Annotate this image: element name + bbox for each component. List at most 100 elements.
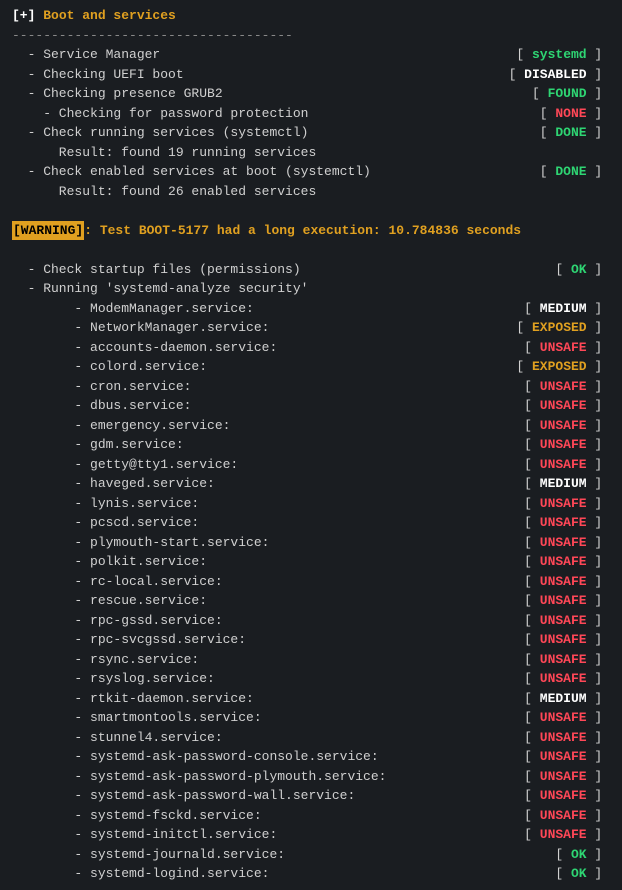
service-name: - systemd-journald.service: [12,845,285,865]
status-badge: MEDIUM [540,301,587,316]
service-status: [ MEDIUM ] [254,299,610,319]
service-name: - accounts-daemon.service: [12,338,277,358]
service-row: - rescue.service:[ UNSAFE ] [12,591,610,611]
service-name: - rtkit-daemon.service: [12,689,254,709]
service-row: - accounts-daemon.service:[ UNSAFE ] [12,338,610,358]
separator-line: ------------------------------------ [12,26,610,46]
service-row: - cron.service:[ UNSAFE ] [12,377,610,397]
status-badge: UNSAFE [540,671,587,686]
status-badge: MEDIUM [540,476,587,491]
service-name: - emergency.service: [12,416,230,436]
service-row: - haveged.service:[ MEDIUM ] [12,474,610,494]
service-status: [ UNSAFE ] [238,455,610,475]
status-badge: UNSAFE [540,457,587,472]
status-badge: EXPOSED [532,320,587,335]
status-badge: UNSAFE [540,710,587,725]
item-label: - Checking presence GRUB2 [12,84,223,104]
service-row: - dbus.service:[ UNSAFE ] [12,396,610,416]
service-row: - systemd-logind.service:[ OK ] [12,864,610,884]
service-name: - rpc-gssd.service: [12,611,223,631]
services-list: - ModemManager.service:[ MEDIUM ] - Netw… [12,299,610,884]
service-status: [ MEDIUM ] [215,474,610,494]
service-name: - systemd-ask-password-console.service: [12,747,379,767]
list-item: Result: found 19 running services [12,143,610,163]
service-row: - rpc-gssd.service:[ UNSAFE ] [12,611,610,631]
section-header: [+] Boot and services [12,6,610,26]
service-status: [ UNSAFE ] [191,396,610,416]
service-name: - rsyslog.service: [12,669,215,689]
status-badge: UNSAFE [540,515,587,530]
service-name: - systemd-initctl.service: [12,825,277,845]
status-badge: UNSAFE [540,379,587,394]
service-status: [ UNSAFE ] [207,591,610,611]
list-item: - Check enabled services at boot (system… [12,162,610,182]
service-status: [ UNSAFE ] [262,708,610,728]
warning-line: [WARNING]: Test BOOT-5177 had a long exe… [12,221,610,241]
service-status: [ UNSAFE ] [277,338,610,358]
service-row: - rc-local.service:[ UNSAFE ] [12,572,610,592]
service-status: [ UNSAFE ] [277,825,610,845]
service-name: - rescue.service: [12,591,207,611]
service-row: - rsync.service:[ UNSAFE ] [12,650,610,670]
item-label: - Check enabled services at boot (system… [12,162,371,182]
service-row: - NetworkManager.service:[ EXPOSED ] [12,318,610,338]
service-status: [ UNSAFE ] [246,630,610,650]
item-status: [ DISABLED ] [184,65,610,85]
item-status: [ DONE ] [371,162,610,182]
service-row: - systemd-fsckd.service:[ UNSAFE ] [12,806,610,826]
service-name: - gdm.service: [12,435,184,455]
list-item: - Service Manager[ systemd ] [12,45,610,65]
status-badge: EXPOSED [532,359,587,374]
service-row: - stunnel4.service:[ UNSAFE ] [12,728,610,748]
service-status: [ UNSAFE ] [215,669,610,689]
service-row: - emergency.service:[ UNSAFE ] [12,416,610,436]
service-row: - plymouth-start.service:[ UNSAFE ] [12,533,610,553]
service-status: [ UNSAFE ] [191,377,610,397]
status-badge: UNSAFE [540,652,587,667]
status-badge: OK [571,866,587,881]
service-name: - rc-local.service: [12,572,223,592]
list-item: - Check running services (systemctl)[ DO… [12,123,610,143]
service-name: - pcscd.service: [12,513,199,533]
header-title: Boot and services [43,6,176,26]
status-badge: UNSAFE [540,788,587,803]
service-row: - systemd-ask-password-wall.service:[ UN… [12,786,610,806]
item-label: - Check running services (systemctl) [12,123,308,143]
service-row: - ModemManager.service:[ MEDIUM ] [12,299,610,319]
service-name: - dbus.service: [12,396,191,416]
service-name: - colord.service: [12,357,207,377]
list-item: Result: found 26 enabled services [12,182,610,202]
status-badge: UNSAFE [540,808,587,823]
service-status: [ UNSAFE ] [269,533,610,553]
service-name: - rpc-svcgssd.service: [12,630,246,650]
service-row: - systemd-journald.service:[ OK ] [12,845,610,865]
item-label: - Service Manager [12,45,160,65]
status-badge: UNSAFE [540,632,587,647]
item-label: - Checking UEFI boot [12,65,184,85]
item-status: [ OK ] [301,260,610,280]
service-row: - lynis.service:[ UNSAFE ] [12,494,610,514]
status-badge: UNSAFE [540,593,587,608]
service-row: - gdm.service:[ UNSAFE ] [12,435,610,455]
service-name: - haveged.service: [12,474,215,494]
status-badge: UNSAFE [540,554,587,569]
service-name: - rsync.service: [12,650,199,670]
service-status: [ UNSAFE ] [262,806,610,826]
list-item: - Checking for password protection[ NONE… [12,104,610,124]
status-badge: UNSAFE [540,340,587,355]
status-badge: UNSAFE [540,749,587,764]
item-status: [ FOUND ] [223,84,610,104]
service-status: [ EXPOSED ] [207,357,610,377]
list-item: - Checking UEFI boot[ DISABLED ] [12,65,610,85]
warning-text: : Test BOOT-5177 had a long execution: 1… [84,221,521,241]
item-label: - Check startup files (permissions) [12,260,301,280]
blank-line [12,201,610,221]
service-name: - plymouth-start.service: [12,533,269,553]
status-badge: UNSAFE [540,398,587,413]
item-status: [ DONE ] [308,123,610,143]
service-name: - lynis.service: [12,494,199,514]
status-badge: UNSAFE [540,730,587,745]
service-row: - getty@tty1.service:[ UNSAFE ] [12,455,610,475]
item-label: Result: found 19 running services [12,143,316,163]
service-status: [ UNSAFE ] [199,494,610,514]
